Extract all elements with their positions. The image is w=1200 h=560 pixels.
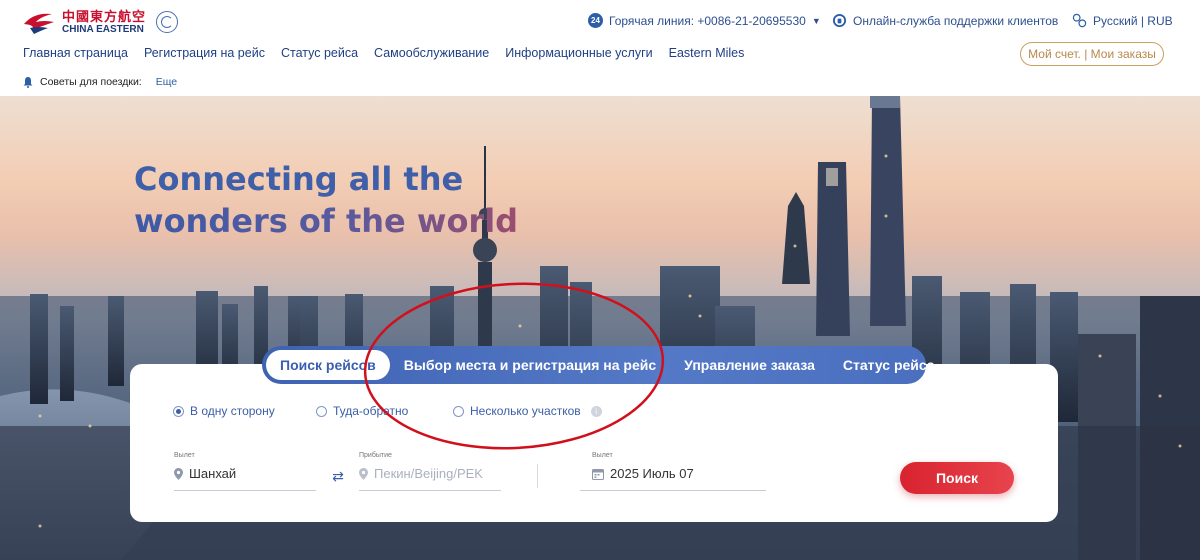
skyteam-logo-icon bbox=[156, 11, 179, 33]
location-pin-icon bbox=[174, 467, 183, 480]
swap-cities-icon[interactable]: ⇄ bbox=[330, 469, 346, 483]
radio-label: В одну сторону bbox=[190, 404, 275, 418]
radio-label: Несколько участков bbox=[470, 404, 581, 418]
language-currency-selector[interactable]: Русский | RUB bbox=[1072, 13, 1173, 28]
nav-item-eastern-miles[interactable]: Eastern Miles bbox=[669, 46, 745, 60]
search-button[interactable]: Поиск bbox=[900, 462, 1014, 494]
top-header: 中國東方航空 CHINA EASTERN 24 Горячая линия: +… bbox=[0, 0, 1200, 96]
booking-tabs: Поиск рейсов Выбор места и регистрация н… bbox=[262, 346, 935, 384]
arrival-placeholder: Пекин/Beijing/PEK bbox=[374, 466, 483, 481]
account-orders-button[interactable]: Мой счет. | Мои заказы bbox=[1020, 42, 1164, 66]
nav-item-home[interactable]: Главная страница bbox=[23, 46, 128, 60]
headset-icon bbox=[832, 13, 847, 28]
radio-indicator bbox=[453, 405, 464, 417]
slogan-line-1: Connecting all the bbox=[134, 160, 464, 198]
departure-label: Вылет bbox=[174, 452, 195, 459]
brand-name-cn: 中國東方航空 bbox=[62, 8, 147, 24]
radio-multi-city[interactable]: Несколько участков i bbox=[453, 404, 602, 418]
tips-label: Советы для поездки: bbox=[40, 76, 142, 88]
support-text: Онлайн-служба поддержки клиентов bbox=[853, 13, 1059, 28]
hero-slogan: Connecting all the wonders of the world bbox=[134, 158, 518, 242]
airline-logo[interactable]: 中國東方航空 CHINA EASTERN bbox=[22, 8, 179, 36]
hotline-text: Горячая линия: +0086-21-20695530 bbox=[609, 13, 806, 28]
chevron-down-icon: ▼ bbox=[811, 15, 821, 26]
main-nav: Главная страница Регистрация на рейс Ста… bbox=[23, 46, 744, 60]
location-pin-icon bbox=[359, 467, 368, 480]
travel-tips-bar: Советы для поездки: Еще bbox=[22, 76, 177, 88]
brand-name-en: CHINA EASTERN bbox=[62, 23, 144, 35]
language-text: Русский | RUB bbox=[1093, 13, 1173, 28]
radio-indicator bbox=[316, 405, 327, 417]
arrival-label: Прибытие bbox=[359, 452, 392, 459]
online-support-link[interactable]: Онлайн-служба поддержки клиентов bbox=[832, 13, 1058, 28]
tab-seat-checkin[interactable]: Выбор места и регистрация на рейс bbox=[390, 350, 670, 380]
booking-panel bbox=[130, 364, 1058, 522]
bell-icon bbox=[23, 77, 33, 88]
info-icon[interactable]: i bbox=[590, 405, 602, 417]
tab-flight-search[interactable]: Поиск рейсов bbox=[266, 350, 390, 380]
tips-more-link[interactable]: Еще bbox=[156, 76, 177, 88]
nav-item-info-services[interactable]: Информационные услуги bbox=[505, 46, 652, 60]
hotline-selector[interactable]: 24 Горячая линия: +0086-21-20695530 ▼ bbox=[588, 13, 821, 28]
tab-manage-booking[interactable]: Управление заказа bbox=[670, 350, 829, 380]
radio-indicator bbox=[173, 405, 184, 417]
radio-one-way[interactable]: В одну сторону bbox=[173, 404, 316, 418]
nav-item-self-service[interactable]: Самообслуживание bbox=[374, 46, 489, 60]
slogan-line-2: wonders of the world bbox=[134, 202, 519, 240]
radio-label: Туда-обратно bbox=[333, 404, 409, 418]
phone-24h-icon: 24 bbox=[588, 13, 603, 28]
field-divider bbox=[537, 464, 538, 488]
nav-item-checkin[interactable]: Регистрация на рейс bbox=[144, 46, 265, 60]
swallow-logo-icon bbox=[24, 13, 54, 34]
calendar-icon bbox=[592, 468, 604, 480]
date-label: Вылет bbox=[592, 452, 613, 459]
language-icon bbox=[1072, 13, 1087, 28]
departure-value: Шанхай bbox=[189, 466, 237, 481]
trip-type-group: В одну сторону Туда-обратно Несколько уч… bbox=[173, 404, 602, 418]
date-value: 2025 Июль 07 bbox=[610, 466, 694, 481]
radio-round-trip[interactable]: Туда-обратно bbox=[316, 404, 453, 418]
tab-flight-status[interactable]: Статус рейса bbox=[829, 350, 949, 380]
nav-item-flight-status[interactable]: Статус рейса bbox=[281, 46, 358, 60]
